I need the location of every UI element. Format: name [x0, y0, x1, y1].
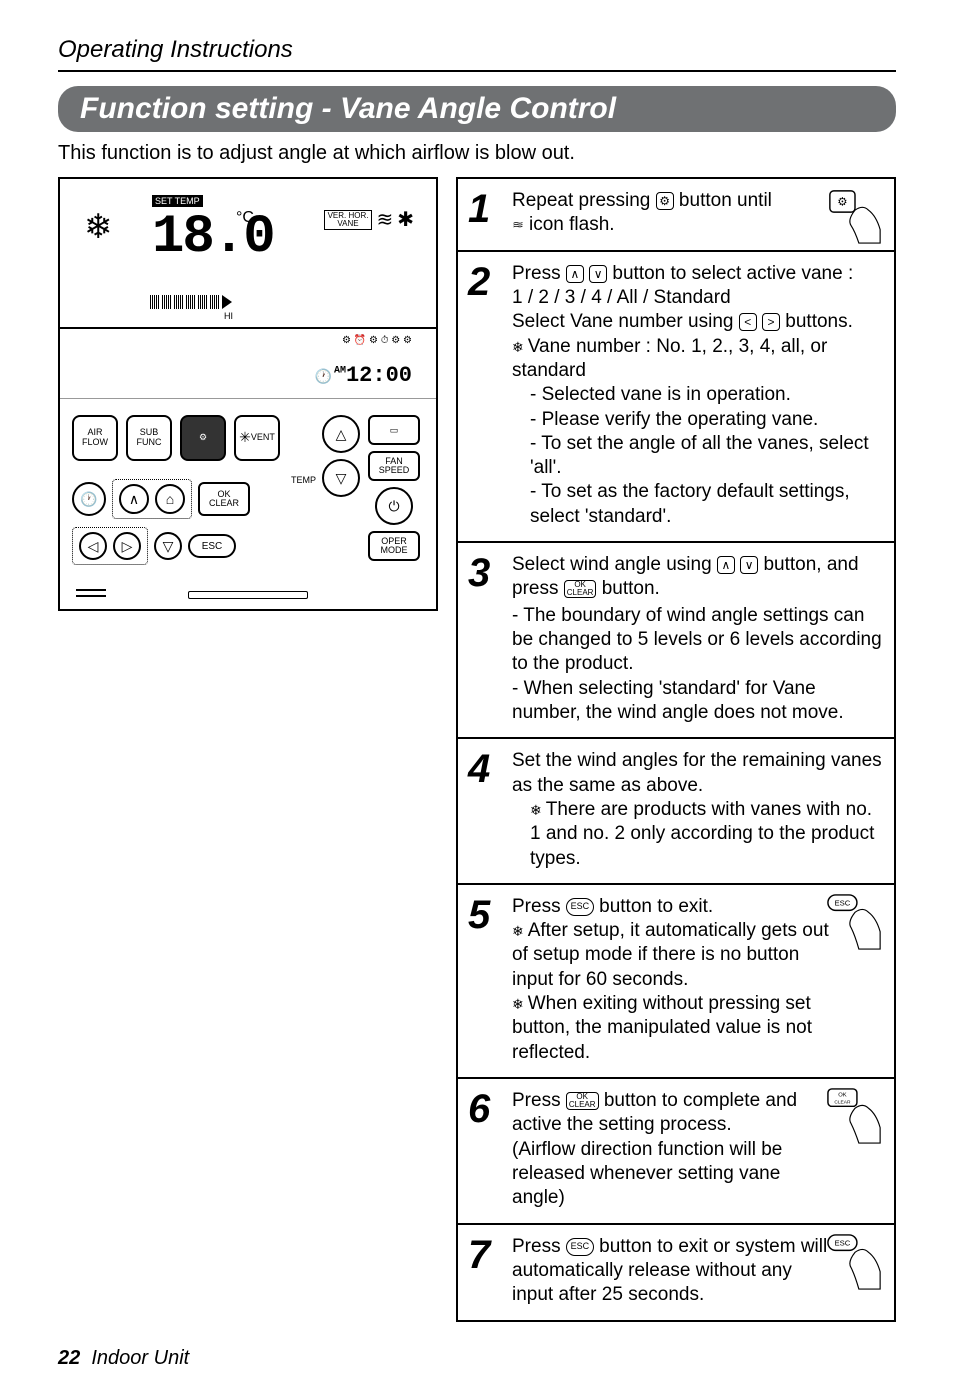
- page-number: 22: [58, 1347, 80, 1369]
- home-nav-button[interactable]: ⌂: [155, 484, 185, 514]
- temp-up-button[interactable]: △: [322, 415, 360, 453]
- step-3-number: 3: [468, 553, 504, 725]
- reserve-button[interactable]: ▭: [368, 415, 420, 445]
- snowflake-icon: ❄: [84, 207, 113, 247]
- gear-inline-icon: ⚙: [656, 192, 674, 210]
- lcd-hi-label: HI: [224, 311, 233, 321]
- lcd-right-icons: VER. HOR. VANE ≋ ✱: [324, 207, 414, 232]
- vent-button[interactable]: ✳VENT: [234, 415, 280, 461]
- finger-press-icon: ⚙: [824, 187, 886, 245]
- esc-inline-icon: ESC: [566, 898, 594, 916]
- left-inline-icon: <: [739, 313, 757, 331]
- temp-down-button[interactable]: ▽: [322, 459, 360, 497]
- wave-inline-icon: ≋: [512, 219, 524, 232]
- step-4-body: Set the wind angles for the remaining va…: [512, 749, 882, 871]
- sub-func-button[interactable]: SUB FUNC: [126, 415, 172, 461]
- step-4-number: 4: [468, 749, 504, 871]
- step-3-body: Select wind angle using ∧ ∨ button, and …: [512, 553, 882, 725]
- ok-clear-button[interactable]: OK CLEAR: [198, 482, 250, 516]
- ok-clear-inline-icon: OK CLEAR: [566, 1092, 599, 1110]
- lcd-airflow-bars: [150, 295, 232, 309]
- esc-button[interactable]: ESC: [188, 534, 236, 558]
- note-mark: [512, 336, 528, 357]
- step-2-number: 2: [468, 262, 504, 529]
- page-footer: 22 Indoor Unit: [58, 1347, 189, 1370]
- oper-mode-button[interactable]: OPER MODE: [368, 531, 420, 561]
- grip-lines: [76, 589, 106, 601]
- svg-text:OK: OK: [838, 1093, 847, 1099]
- step-1: 1 Repeat pressing ⚙ button until ≋ icon …: [458, 179, 894, 252]
- step-2-body: Press ∧ ∨ button to select active vane :…: [512, 262, 882, 529]
- esc-inline-icon: ESC: [566, 1238, 594, 1256]
- up-inline-icon: ∧: [717, 556, 735, 574]
- lcd-clock-time: 12:00: [346, 363, 412, 388]
- up-inline-icon: ∧: [566, 265, 584, 283]
- lcd-lower: ⚙ ⏰ ⚙ ⏱ ⚙ ⚙ 🕐AM12:00: [60, 329, 436, 399]
- svg-text:ESC: ESC: [834, 898, 850, 907]
- step-4: 4 Set the wind angles for the remaining …: [458, 739, 894, 885]
- lcd-temperature: 18.0: [152, 207, 274, 268]
- note-mark: [512, 993, 528, 1014]
- steps-column: 1 Repeat pressing ⚙ button until ≋ icon …: [456, 177, 896, 1322]
- section-subtitle: This function is to adjust angle at whic…: [58, 142, 896, 165]
- up-nav-button[interactable]: ∧: [119, 484, 149, 514]
- fan-icon: ✱: [397, 207, 414, 232]
- left-nav-button[interactable]: ◁: [79, 532, 107, 560]
- step-5-number: 5: [468, 895, 504, 1065]
- finger-press-icon: ESC: [824, 1233, 886, 1291]
- temp-label: TEMP: [291, 475, 316, 485]
- step-7: 7 Press ESC button to exit or system wil…: [458, 1225, 894, 1322]
- step-2: 2 Press ∧ ∨ button to select active vane…: [458, 252, 894, 543]
- note-mark: [530, 799, 546, 820]
- svg-text:ESC: ESC: [834, 1238, 850, 1247]
- right-inline-icon: >: [762, 313, 780, 331]
- header-title: Operating Instructions: [58, 36, 896, 64]
- lcd-screen: ❄ SET TEMP 18.0 °C VER. HOR. VANE ≋ ✱ HI: [60, 179, 436, 329]
- note-mark: [512, 920, 528, 941]
- header-rule: [58, 70, 896, 72]
- lcd-clock: 🕐AM12:00: [315, 363, 412, 388]
- bottom-slot: [188, 591, 308, 599]
- step-6: 6 Press OK CLEAR button to complete and …: [458, 1079, 894, 1225]
- power-button[interactable]: ⏻: [375, 487, 413, 525]
- step-6-number: 6: [468, 1089, 504, 1211]
- lcd-temp-unit: °C: [236, 209, 254, 227]
- section-banner: Function setting - Vane Angle Control: [58, 86, 896, 132]
- button-panel: AIR FLOW SUB FUNC ⚙ ✳VENT △ ▽ ▭ FAN SPEE…: [60, 399, 436, 609]
- step-7-number: 7: [468, 1235, 504, 1308]
- timer-button[interactable]: 🕐: [72, 482, 106, 516]
- down-inline-icon: ∨: [589, 265, 607, 283]
- fan-speed-button[interactable]: FAN SPEED: [368, 451, 420, 481]
- lr-cluster: ◁ ▷: [72, 527, 148, 565]
- lcd-status-icons: ⚙ ⏰ ⚙ ⏱ ⚙ ⚙: [342, 335, 412, 347]
- right-nav-button[interactable]: ▷: [113, 532, 141, 560]
- nav-cluster: ∧ ⌂: [112, 479, 192, 519]
- down-nav-button[interactable]: ▽: [154, 532, 182, 560]
- clock-icon: 🕐: [315, 370, 332, 386]
- svg-text:⚙: ⚙: [837, 195, 847, 208]
- svg-text:CLEAR: CLEAR: [834, 1099, 851, 1105]
- footer-label: Indoor Unit: [91, 1347, 189, 1369]
- ver-hor-vane-label: VER. HOR. VANE: [324, 210, 373, 230]
- device-frame: ❄ SET TEMP 18.0 °C VER. HOR. VANE ≋ ✱ HI: [58, 177, 438, 611]
- vane-wave-icon: ≋: [376, 207, 393, 232]
- vent-icon: ✳: [239, 430, 251, 445]
- finger-press-icon: OKCLEAR: [824, 1087, 886, 1145]
- step-3: 3 Select wind angle using ∧ ∨ button, an…: [458, 543, 894, 739]
- set-temp-label: SET TEMP: [152, 195, 203, 207]
- lcd-clock-am: AM: [334, 366, 346, 377]
- gear-button[interactable]: ⚙: [180, 415, 226, 461]
- ok-clear-inline-icon: OK CLEAR: [564, 580, 597, 598]
- finger-press-icon: ESC: [824, 893, 886, 951]
- step-5: 5 Press ESC button to exit. After setup,…: [458, 885, 894, 1079]
- down-inline-icon: ∨: [740, 556, 758, 574]
- air-flow-button[interactable]: AIR FLOW: [72, 415, 118, 461]
- step-1-number: 1: [468, 189, 504, 238]
- device-column: ❄ SET TEMP 18.0 °C VER. HOR. VANE ≋ ✱ HI: [58, 177, 438, 1322]
- gear-icon: ⚙: [199, 433, 207, 443]
